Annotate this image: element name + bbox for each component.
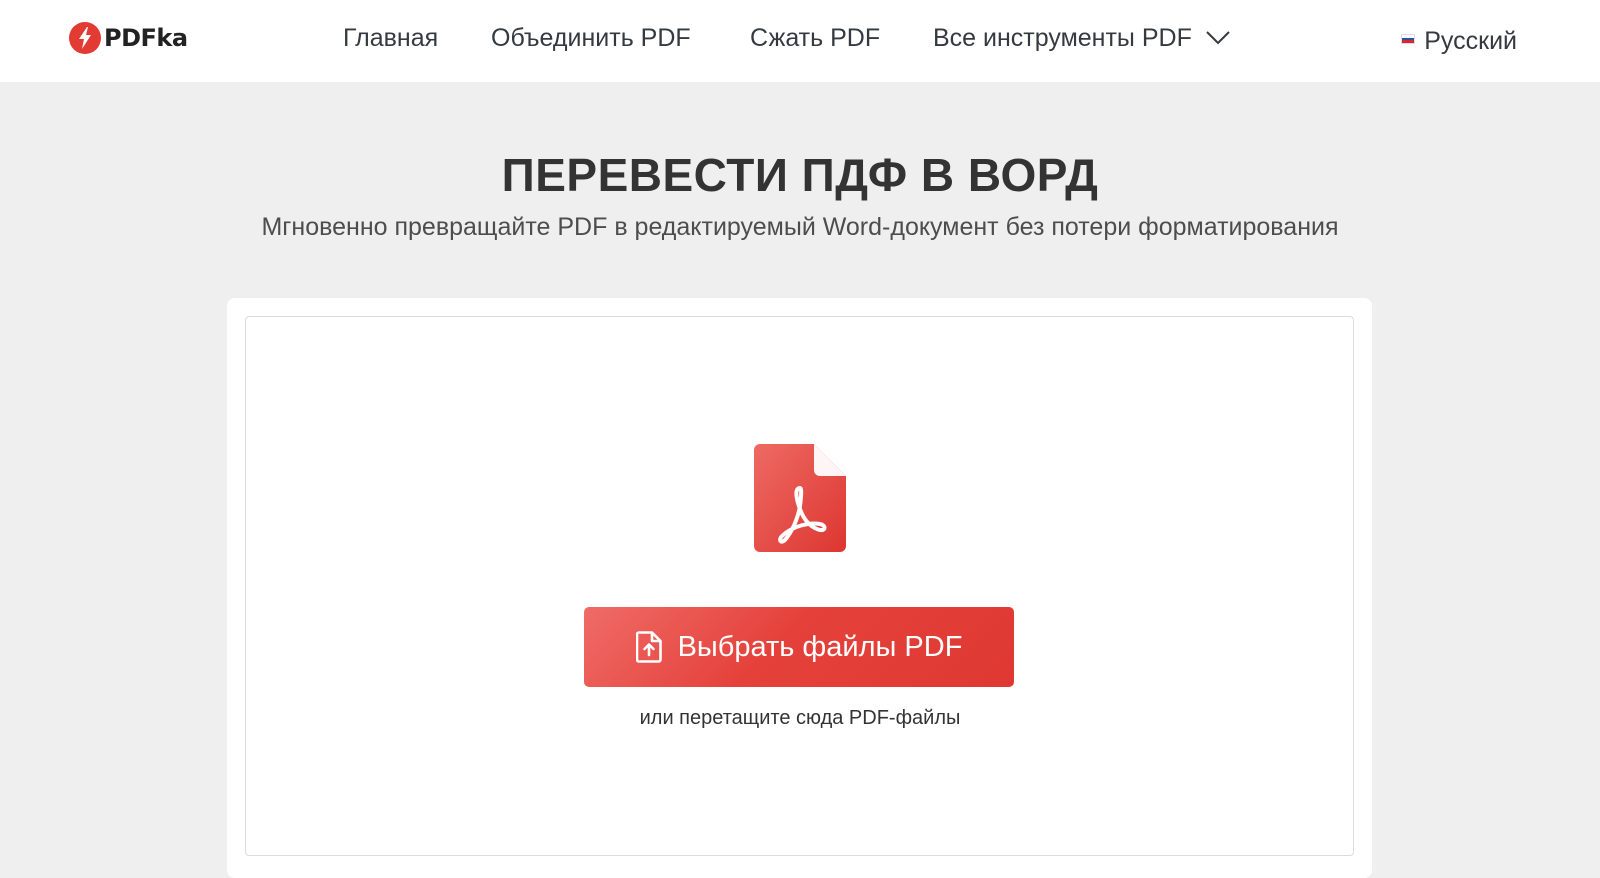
page-subtitle: Мгновенно превращайте PDF в редактируемы… bbox=[261, 213, 1339, 241]
main-nav: Главная Объединить PDF Сжать PDF Все инс… bbox=[0, 0, 1600, 82]
drop-hint: или перетащите сюда PDF-файлы bbox=[639, 707, 961, 729]
upload-card bbox=[227, 298, 1372, 878]
file-dropzone[interactable] bbox=[245, 316, 1354, 856]
language-label: Русский bbox=[1424, 27, 1517, 55]
nav-item-home[interactable]: Главная bbox=[343, 0, 438, 82]
select-pdf-files-label: Выбрать файлы PDF bbox=[677, 630, 963, 663]
select-pdf-files-button[interactable]: Выбрать файлы PDF bbox=[584, 607, 1014, 687]
russia-flag-icon bbox=[1401, 34, 1416, 44]
page-title: ПЕРЕВЕСТИ ПДФ В ВОРД bbox=[501, 149, 1099, 201]
nav-item-all-tools[interactable]: Все инструменты PDF bbox=[933, 0, 1230, 82]
nav-item-compress-pdf[interactable]: Сжать PDF bbox=[750, 0, 880, 82]
file-upload-icon bbox=[635, 631, 662, 663]
header: PDFka Главная Объединить PDF Сжать PDF В… bbox=[0, 0, 1600, 82]
chevron-down-icon bbox=[1206, 0, 1230, 75]
nav-item-merge-pdf[interactable]: Объединить PDF bbox=[491, 0, 691, 82]
pdf-file-icon bbox=[754, 444, 846, 552]
language-selector[interactable]: Русский bbox=[1401, 0, 1517, 82]
nav-item-all-tools-label: Все инструменты PDF bbox=[933, 24, 1192, 52]
